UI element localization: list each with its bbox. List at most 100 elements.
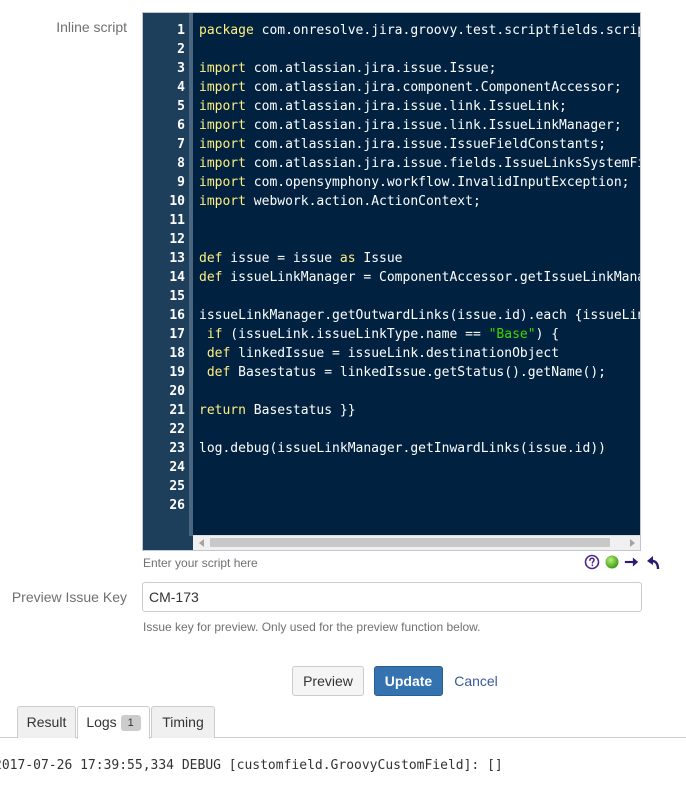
scroll-corner <box>143 536 193 550</box>
inline-script-label: Inline script <box>56 19 127 35</box>
code-token: linkedIssue = issueLink.destinationObjec… <box>230 346 560 361</box>
code-line[interactable]: 16 issueLinkManager.getOutwardLinks(issue… <box>143 306 640 325</box>
code-line[interactable]: 4 import com.atlassian.jira.component.Com… <box>143 78 640 97</box>
code-editor[interactable]: 1 package com.onresolve.jira.groovy.test.… <box>142 12 641 551</box>
preview-issue-key-input[interactable] <box>142 582 642 612</box>
line-number: 17 <box>169 327 185 342</box>
code-token: com.atlassian.jira.issue.fields.IssueLin… <box>245 156 641 171</box>
line-number: 19 <box>169 365 185 380</box>
code-keyword: package <box>199 23 254 38</box>
code-line[interactable]: 23 log.debug(issueLinkManager.getInwardLi… <box>143 439 640 458</box>
tab-timing[interactable]: Timing <box>151 706 215 738</box>
code-keyword: def <box>199 251 223 266</box>
code-line[interactable]: 7 import com.atlassian.jira.issue.IssueFi… <box>143 135 640 154</box>
code-line[interactable]: 12 <box>143 230 640 249</box>
line-number: 20 <box>169 384 185 399</box>
help-circle-icon[interactable] <box>584 554 600 570</box>
code-line[interactable]: 2 <box>143 40 640 59</box>
code-line[interactable]: 21 return Basestatus }} <box>143 401 640 420</box>
tab-result[interactable]: Result <box>17 706 76 738</box>
update-button[interactable]: Update <box>374 666 443 696</box>
code-text: import com.atlassian.jira.issue.IssueFie… <box>199 135 606 154</box>
code-line[interactable]: 19 def Basestatus = linkedIssue.getStatu… <box>143 363 640 382</box>
code-keyword: def <box>206 346 231 361</box>
cancel-link[interactable]: Cancel <box>450 666 502 696</box>
preview-issue-key-label: Preview Issue Key <box>11 589 127 605</box>
tab-label: Timing <box>162 714 204 730</box>
line-number: 26 <box>169 498 185 513</box>
line-number: 21 <box>169 403 185 418</box>
code-token: com.atlassian.jira.component.ComponentAc… <box>245 80 622 95</box>
code-text: package com.onresolve.jira.groovy.test.s… <box>199 21 641 40</box>
code-line[interactable]: 14 def issueLinkManager = ComponentAccess… <box>143 268 640 287</box>
code-text: import com.atlassian.jira.issue.link.Iss… <box>199 116 622 135</box>
scroll-left-icon[interactable] <box>199 539 204 547</box>
line-number: 7 <box>177 137 185 152</box>
code-line[interactable]: 25 <box>143 477 640 496</box>
line-number: 10 <box>169 194 185 209</box>
result-tabs: Result Logs 1 Timing <box>0 706 686 739</box>
code-keyword: import <box>199 118 246 133</box>
line-number: 14 <box>169 270 185 285</box>
scroll-right-icon[interactable] <box>630 539 635 547</box>
code-line[interactable]: 15 <box>143 287 640 306</box>
code-line[interactable]: 6 import com.atlassian.jira.issue.link.Is… <box>143 116 640 135</box>
code-line[interactable]: 18 def linkedIssue = issueLink.destinati… <box>143 344 640 363</box>
code-line[interactable]: 1 package com.onresolve.jira.groovy.test.… <box>143 21 640 40</box>
scrollbar-thumb[interactable] <box>210 538 610 547</box>
arrow-up-left-icon[interactable] <box>646 554 662 570</box>
line-number: 9 <box>177 175 185 190</box>
code-keyword: import <box>199 156 246 171</box>
code-token: log.debug(issueLinkManager.getInwardLink… <box>199 441 606 456</box>
line-number: 3 <box>177 61 185 76</box>
code-line[interactable]: 8 import com.atlassian.jira.issue.fields.… <box>143 154 640 173</box>
line-number: 8 <box>177 156 185 171</box>
preview-hint: Issue key for preview. Only used for the… <box>143 620 481 634</box>
line-number: 22 <box>169 422 185 437</box>
code-line[interactable]: 24 <box>143 458 640 477</box>
code-line[interactable]: 17 if (issueLink.issueLinkType.name == "… <box>143 325 640 344</box>
code-token: com.onresolve.jira.groovy.test.scriptfie… <box>253 23 641 38</box>
code-line[interactable]: 9 import com.opensymphony.workflow.Invali… <box>143 173 640 192</box>
code-keyword: import <box>199 194 246 209</box>
code-token: ) { <box>535 327 560 342</box>
tab-logs[interactable]: Logs 1 <box>77 706 150 739</box>
code-text: import com.atlassian.jira.issue.Issue; <box>199 59 496 78</box>
line-number: 16 <box>169 308 185 323</box>
line-number: 1 <box>177 23 185 38</box>
green-status-dot-icon <box>605 555 619 569</box>
code-keyword: import <box>199 175 246 190</box>
code-line[interactable]: 5 import com.atlassian.jira.issue.link.Is… <box>143 97 640 116</box>
code-text: def linkedIssue = issueLink.destinationO… <box>199 344 559 363</box>
code-token: com.atlassian.jira.issue.link.IssueLinkM… <box>245 118 622 133</box>
code-keyword: import <box>199 61 246 76</box>
preview-button[interactable]: Preview <box>292 666 364 696</box>
code-line[interactable]: 20 <box>143 382 640 401</box>
line-number: 25 <box>169 479 185 494</box>
code-token: issueLinkManager = ComponentAccessor.get… <box>222 270 641 285</box>
code-line[interactable]: 13 def issue = issue as Issue <box>143 249 640 268</box>
log-output: 2017-07-26 17:39:55,334 DEBUG [customfie… <box>0 758 503 773</box>
arrow-right-icon[interactable] <box>624 554 640 570</box>
horizontal-scrollbar[interactable] <box>193 535 640 550</box>
line-number: 24 <box>169 460 185 475</box>
code-keyword: if <box>206 327 223 342</box>
code-text: def issue = issue as Issue <box>199 249 403 268</box>
code-keyword: def <box>199 270 223 285</box>
code-line[interactable]: 3 import com.atlassian.jira.issue.Issue; <box>143 59 640 78</box>
code-keyword: import <box>199 80 246 95</box>
code-line[interactable]: 22 <box>143 420 640 439</box>
code-keyword: as <box>339 251 356 266</box>
code-line[interactable]: 10 import webwork.action.ActionContext; <box>143 192 640 211</box>
code-text: import webwork.action.ActionContext; <box>199 192 481 211</box>
code-text: def issueLinkManager = ComponentAccessor… <box>199 268 641 287</box>
line-number: 5 <box>177 99 185 114</box>
line-number: 2 <box>177 42 185 57</box>
code-token: Basestatus = linkedIssue.getStatus().get… <box>230 365 606 380</box>
code-line[interactable]: 11 <box>143 211 640 230</box>
code-lines[interactable]: 1 package com.onresolve.jira.groovy.test.… <box>143 21 640 515</box>
code-line[interactable]: 26 <box>143 496 640 515</box>
